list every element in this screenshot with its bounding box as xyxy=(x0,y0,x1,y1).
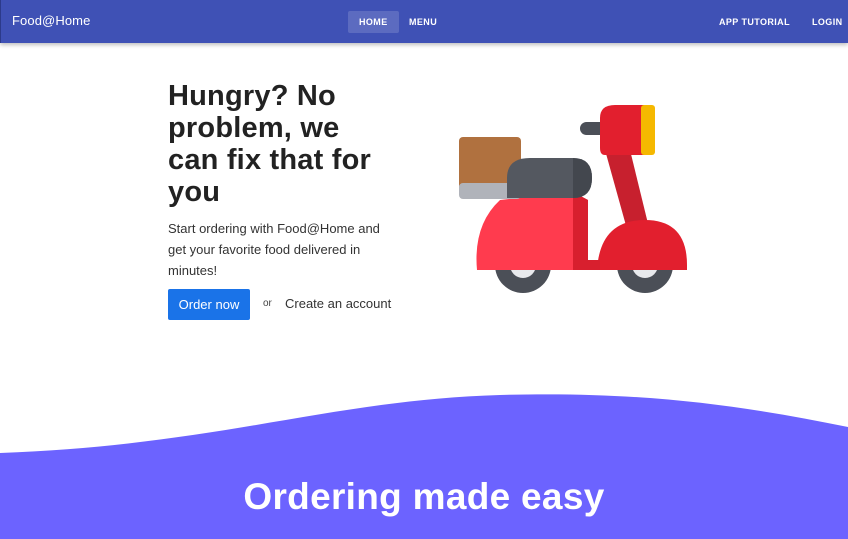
top-navbar: Food@Home HOME MENU APP TUTORIAL LOGIN xyxy=(0,0,848,43)
create-account-link[interactable]: Create an account xyxy=(285,296,391,311)
nav-app-tutorial-button[interactable]: APP TUTORIAL xyxy=(708,11,801,33)
decorative-wave xyxy=(0,394,848,455)
hero-subtitle: Start ordering with Food@Home and get yo… xyxy=(168,221,380,278)
order-now-button[interactable]: Order now xyxy=(168,289,250,320)
or-separator: or xyxy=(263,298,272,309)
features-title: Ordering made easy xyxy=(243,476,605,517)
delivery-scooter-icon xyxy=(459,105,687,293)
nav-menu-button[interactable]: MENU xyxy=(398,11,448,33)
nav-login-button[interactable]: LOGIN xyxy=(801,11,848,33)
nav-home-button[interactable]: HOME xyxy=(348,11,399,33)
brand-logo[interactable]: Food@Home xyxy=(12,13,90,28)
hero-title: Hungry? No problem, we can fix that for … xyxy=(168,80,371,208)
